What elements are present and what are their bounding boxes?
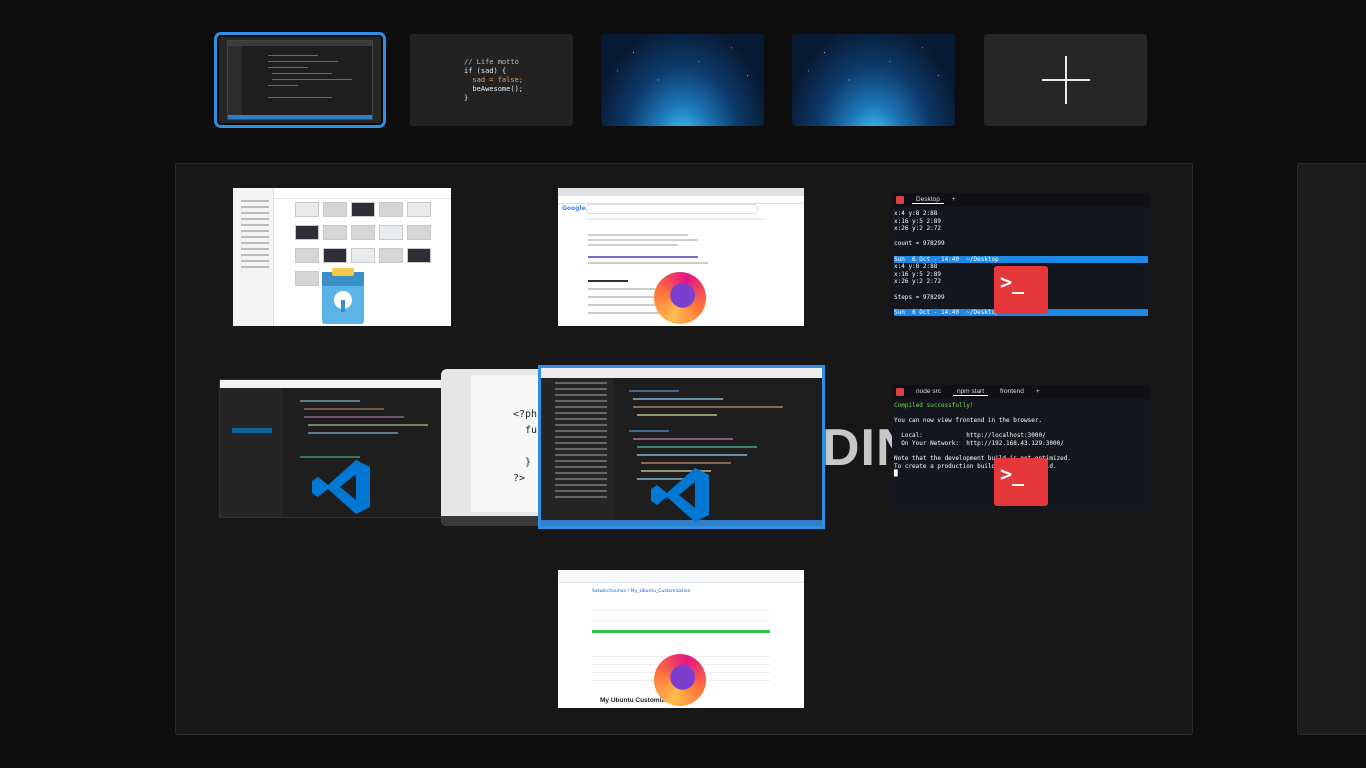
workspace-thumbnail-2[interactable]: // Life motto if (sad) { sad = false; be… (410, 34, 573, 126)
terminal-line: x:16 y:5 2:89 (894, 217, 941, 225)
terminal-line: x:26 y:2 2:72 (894, 225, 941, 233)
terminal-tab-bar: Desktop + (892, 193, 1150, 207)
terminal-line: Compiled successfully! (894, 402, 974, 409)
terminal-line: On Your Network: http://192.168.43.129:3… (894, 439, 1064, 447)
firefox-icon (654, 654, 706, 706)
workspace-2-code: // Life motto if (sad) { sad = false; be… (464, 58, 524, 102)
next-workspace-panel[interactable] (1297, 163, 1366, 735)
visual-studio-code-icon (651, 468, 709, 522)
google-logo: Google (562, 205, 586, 212)
terminal-icon (994, 266, 1048, 314)
terminal-line: You can now view frontend in the browser… (894, 417, 1043, 425)
terminal-tab-bar: node src npm start frontend + (892, 385, 1150, 399)
editor-explorer (541, 378, 613, 520)
terminal-line: Local: http://localhost:3000/ (894, 432, 1046, 440)
terminal-icon (994, 458, 1048, 506)
add-workspace-button[interactable] (984, 34, 1147, 126)
visual-studio-code-icon (312, 460, 370, 514)
workspace-thumbnail-4[interactable] (792, 34, 955, 126)
terminal-tab[interactable]: node src (912, 388, 945, 396)
terminal-line: Sun 6 Oct - 14:40 ~/Desktop (894, 255, 1148, 264)
terminal-line: count = 978299 (894, 240, 945, 248)
terminal-tab[interactable]: frontend (996, 388, 1028, 396)
terminal-tab[interactable]: npm start (952, 388, 989, 397)
workspace-1-preview (227, 40, 373, 120)
google-search-box[interactable] (586, 204, 758, 214)
document-viewer-icon (322, 268, 364, 324)
file-manager-sidebar (233, 188, 274, 326)
plus-icon (1041, 56, 1090, 104)
firefox-icon (654, 272, 706, 324)
repo-title[interactable]: Satwikchouhan / My_Ubuntu_Customization (592, 589, 690, 594)
workspace-thumbnail-3[interactable] (601, 34, 764, 126)
laptop-image-window[interactable]: <?php fun } ?> (441, 369, 541, 526)
php-code-text: <?php fun } ?> (513, 409, 541, 484)
terminal-line: x:4 y:8 2:88 (894, 210, 938, 217)
terminal-tab[interactable]: Desktop (912, 196, 944, 205)
workspace-thumbnail-1[interactable] (214, 32, 386, 128)
